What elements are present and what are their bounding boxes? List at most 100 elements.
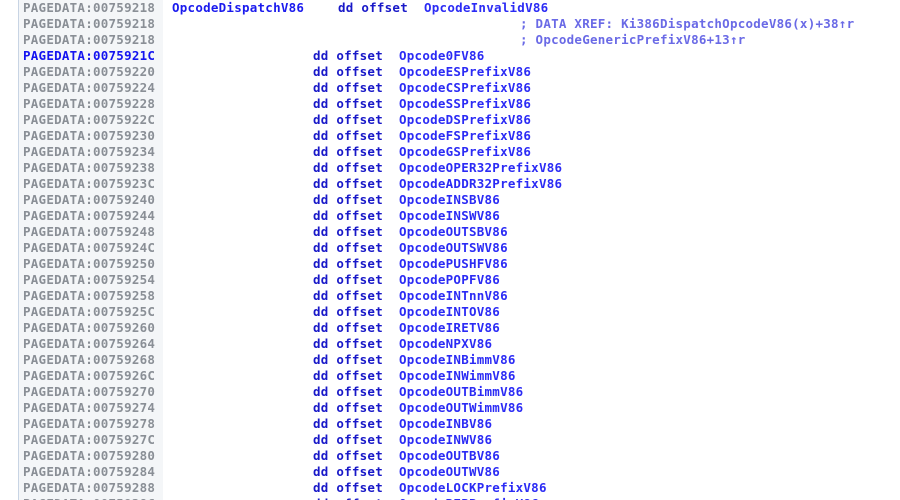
disassembly-line[interactable]: PAGEDATA:00759224 dd offset OpcodeCSPrefix… (0, 80, 900, 96)
disassembly-line[interactable]: PAGEDATA:00759240 dd offset OpcodeINSBV86 (0, 192, 900, 208)
disassembly-line[interactable]: PAGEDATA:00759284 dd offset OpcodeOUTWV86 (0, 464, 900, 480)
instruction-operand[interactable]: OpcodeESPrefixV86 (399, 64, 531, 80)
line-address: PAGEDATA:0075924C (23, 240, 156, 255)
line-address: PAGEDATA:0075926C (23, 368, 156, 383)
instruction-mnemonic: dd offset (313, 256, 383, 271)
instruction-operand[interactable]: OpcodeDSPrefixV86 (399, 112, 531, 128)
disassembly-line[interactable]: PAGEDATA:00759278 dd offset OpcodeINBV86 (0, 416, 900, 432)
disassembly-line[interactable]: PAGEDATA:00759264 dd offset OpcodeNPXV86 (0, 336, 900, 352)
line-address: PAGEDATA:00759218 (23, 16, 156, 31)
instruction-operand[interactable]: OpcodeOUTSWV86 (399, 240, 508, 256)
disassembly-line[interactable]: PAGEDATA:00759218 ; OpcodeGenericPrefixV8… (0, 32, 900, 48)
disassembly-line[interactable]: PAGEDATA:00759258 dd offset OpcodeINTnnV86 (0, 288, 900, 304)
line-address: PAGEDATA:00759274 (23, 400, 156, 415)
disassembly-line[interactable]: PAGEDATA:0075922C dd offset OpcodeDSPrefix… (0, 112, 900, 128)
line-address: PAGEDATA:00759230 (23, 128, 156, 143)
instruction-mnemonic: dd offset (313, 368, 383, 383)
instruction-operand[interactable]: OpcodeCSPrefixV86 (399, 80, 531, 96)
instruction-operand[interactable]: OpcodeINSWV86 (399, 208, 500, 224)
instruction-operand[interactable]: OpcodeOPER32PrefixV86 (399, 160, 562, 176)
xref-comment[interactable]: ; DATA XREF: Ki386DispatchOpcodeV86(x)+3… (520, 16, 854, 32)
disassembly-line[interactable]: PAGEDATA:0075924C dd offset OpcodeOUTSWV86 (0, 240, 900, 256)
disassembly-line[interactable]: PAGEDATA:00759230 dd offset OpcodeFSPrefix… (0, 128, 900, 144)
instruction-mnemonic: dd offset (313, 176, 383, 191)
instruction-operand[interactable]: OpcodePOPFV86 (399, 272, 500, 288)
instruction-operand[interactable]: OpcodeIRETV86 (399, 320, 500, 336)
instruction-operand[interactable]: OpcodeADDR32PrefixV86 (399, 176, 562, 192)
symbol-label[interactable]: OpcodeDispatchV86 (172, 0, 304, 16)
line-address: PAGEDATA:00759248 (23, 224, 156, 239)
disassembly-line[interactable]: PAGEDATA:0075923C dd offset OpcodeADDR32Pr… (0, 176, 900, 192)
instruction-mnemonic: dd offset (313, 160, 383, 175)
instruction-operand[interactable]: OpcodeINBimmV86 (399, 352, 516, 368)
disassembly-line[interactable]: PAGEDATA:0075925C dd offset OpcodeINTOV86 (0, 304, 900, 320)
line-address: PAGEDATA:00759270 (23, 384, 156, 399)
instruction-mnemonic: dd offset (313, 48, 383, 63)
instruction-operand[interactable]: OpcodeINTOV86 (399, 304, 500, 320)
disassembly-view[interactable]: PAGEDATA:00759218 OpcodeDispatchV86 dd off… (0, 0, 900, 500)
disassembly-line[interactable]: PAGEDATA:00759234 dd offset OpcodeGSPrefix… (0, 144, 900, 160)
instruction-mnemonic: dd offset (313, 64, 383, 79)
line-address: PAGEDATA:00759268 (23, 352, 156, 367)
instruction-operand[interactable]: OpcodeGSPrefixV86 (399, 144, 531, 160)
instruction-operand[interactable]: OpcodeINTnnV86 (399, 288, 508, 304)
disassembly-line[interactable]: PAGEDATA:00759254 dd offset OpcodePOPFV86 (0, 272, 900, 288)
disassembly-line[interactable]: PAGEDATA:0075926C dd offset OpcodeINWimmV8… (0, 368, 900, 384)
instruction-mnemonic: dd offset (313, 96, 383, 111)
disassembly-line[interactable]: PAGEDATA:00759238 dd offset OpcodeOPER32Pr… (0, 160, 900, 176)
instruction-operand[interactable]: OpcodeNPXV86 (399, 336, 492, 352)
disassembly-line[interactable]: PAGEDATA:00759218 OpcodeDispatchV86 dd off… (0, 0, 900, 16)
instruction-operand[interactable]: OpcodeINWV86 (399, 432, 492, 448)
instruction-operand[interactable]: OpcodeOUTWimmV86 (399, 400, 523, 416)
instruction-mnemonic: dd offset (313, 192, 383, 207)
instruction-operand[interactable]: OpcodeOUTBV86 (399, 448, 500, 464)
disassembly-line[interactable]: PAGEDATA:00759270 dd offset OpcodeOUTBimmV… (0, 384, 900, 400)
instruction-mnemonic: dd offset (313, 480, 383, 495)
instruction-mnemonic: dd offset (313, 352, 383, 367)
instruction-mnemonic: dd offset (313, 336, 383, 351)
disassembly-line[interactable]: PAGEDATA:0075928C dd offset OpcodeREPPrefi… (0, 496, 900, 500)
instruction-mnemonic: dd offset (313, 304, 383, 319)
disassembly-line[interactable]: PAGEDATA:0075927C dd offset OpcodeINWV86 (0, 432, 900, 448)
instruction-operand[interactable]: OpcodeInvalidV86 (424, 0, 548, 16)
instruction-operand[interactable]: OpcodeINWimmV86 (399, 368, 516, 384)
disassembly-line[interactable]: PAGEDATA:00759228 dd offset OpcodeSSPrefix… (0, 96, 900, 112)
line-address: PAGEDATA:00759244 (23, 208, 156, 223)
instruction-operand[interactable]: OpcodeSSPrefixV86 (399, 96, 531, 112)
line-address: PAGEDATA:00759280 (23, 448, 156, 463)
line-address: PAGEDATA:00759228 (23, 96, 156, 111)
disassembly-line[interactable]: PAGEDATA:00759268 dd offset OpcodeINBimmV8… (0, 352, 900, 368)
instruction-mnemonic: dd offset (313, 448, 383, 463)
disassembly-line[interactable]: PAGEDATA:0075921C dd offset Opcode0FV86 (0, 48, 900, 64)
instruction-mnemonic: dd offset (313, 496, 383, 500)
disassembly-line[interactable]: PAGEDATA:00759260 dd offset OpcodeIRETV86 (0, 320, 900, 336)
disassembly-lines[interactable]: PAGEDATA:00759218 OpcodeDispatchV86 dd off… (0, 0, 900, 500)
disassembly-line[interactable]: PAGEDATA:00759244 dd offset OpcodeINSWV86 (0, 208, 900, 224)
line-address: PAGEDATA:00759288 (23, 480, 156, 495)
instruction-mnemonic: dd offset (313, 224, 383, 239)
disassembly-line[interactable]: PAGEDATA:00759220 dd offset OpcodeESPrefix… (0, 64, 900, 80)
disassembly-line[interactable]: PAGEDATA:00759288 dd offset OpcodeLOCKPref… (0, 480, 900, 496)
disassembly-line[interactable]: PAGEDATA:00759280 dd offset OpcodeOUTBV86 (0, 448, 900, 464)
instruction-operand[interactable]: OpcodeLOCKPrefixV86 (399, 480, 547, 496)
disassembly-line[interactable]: PAGEDATA:00759248 dd offset OpcodeOUTSBV86 (0, 224, 900, 240)
instruction-operand[interactable]: OpcodePUSHFV86 (399, 256, 508, 272)
line-address: PAGEDATA:00759260 (23, 320, 156, 335)
instruction-operand[interactable]: OpcodeOUTBimmV86 (399, 384, 523, 400)
instruction-operand[interactable]: OpcodeINBV86 (399, 416, 492, 432)
disassembly-line[interactable]: PAGEDATA:00759250 dd offset OpcodePUSHFV86 (0, 256, 900, 272)
disassembly-line[interactable]: PAGEDATA:00759218 ; DATA XREF: Ki386Dispa… (0, 16, 900, 32)
line-address: PAGEDATA:00759218 (23, 32, 156, 47)
disassembly-line[interactable]: PAGEDATA:00759274 dd offset OpcodeOUTWimmV… (0, 400, 900, 416)
xref-comment[interactable]: ; OpcodeGenericPrefixV86+13↑r (520, 32, 746, 48)
instruction-mnemonic: dd offset (313, 128, 383, 143)
instruction-operand[interactable]: Opcode0FV86 (399, 48, 485, 64)
instruction-operand[interactable]: OpcodeFSPrefixV86 (399, 128, 531, 144)
line-address: PAGEDATA:00759250 (23, 256, 156, 271)
instruction-operand[interactable]: OpcodeINSBV86 (399, 192, 500, 208)
instruction-mnemonic: dd offset (313, 144, 383, 159)
line-address: PAGEDATA:00759218 (23, 0, 156, 15)
instruction-operand[interactable]: OpcodeOUTWV86 (399, 464, 500, 480)
instruction-operand[interactable]: OpcodeREPPrefixV86 (399, 496, 539, 500)
instruction-operand[interactable]: OpcodeOUTSBV86 (399, 224, 508, 240)
